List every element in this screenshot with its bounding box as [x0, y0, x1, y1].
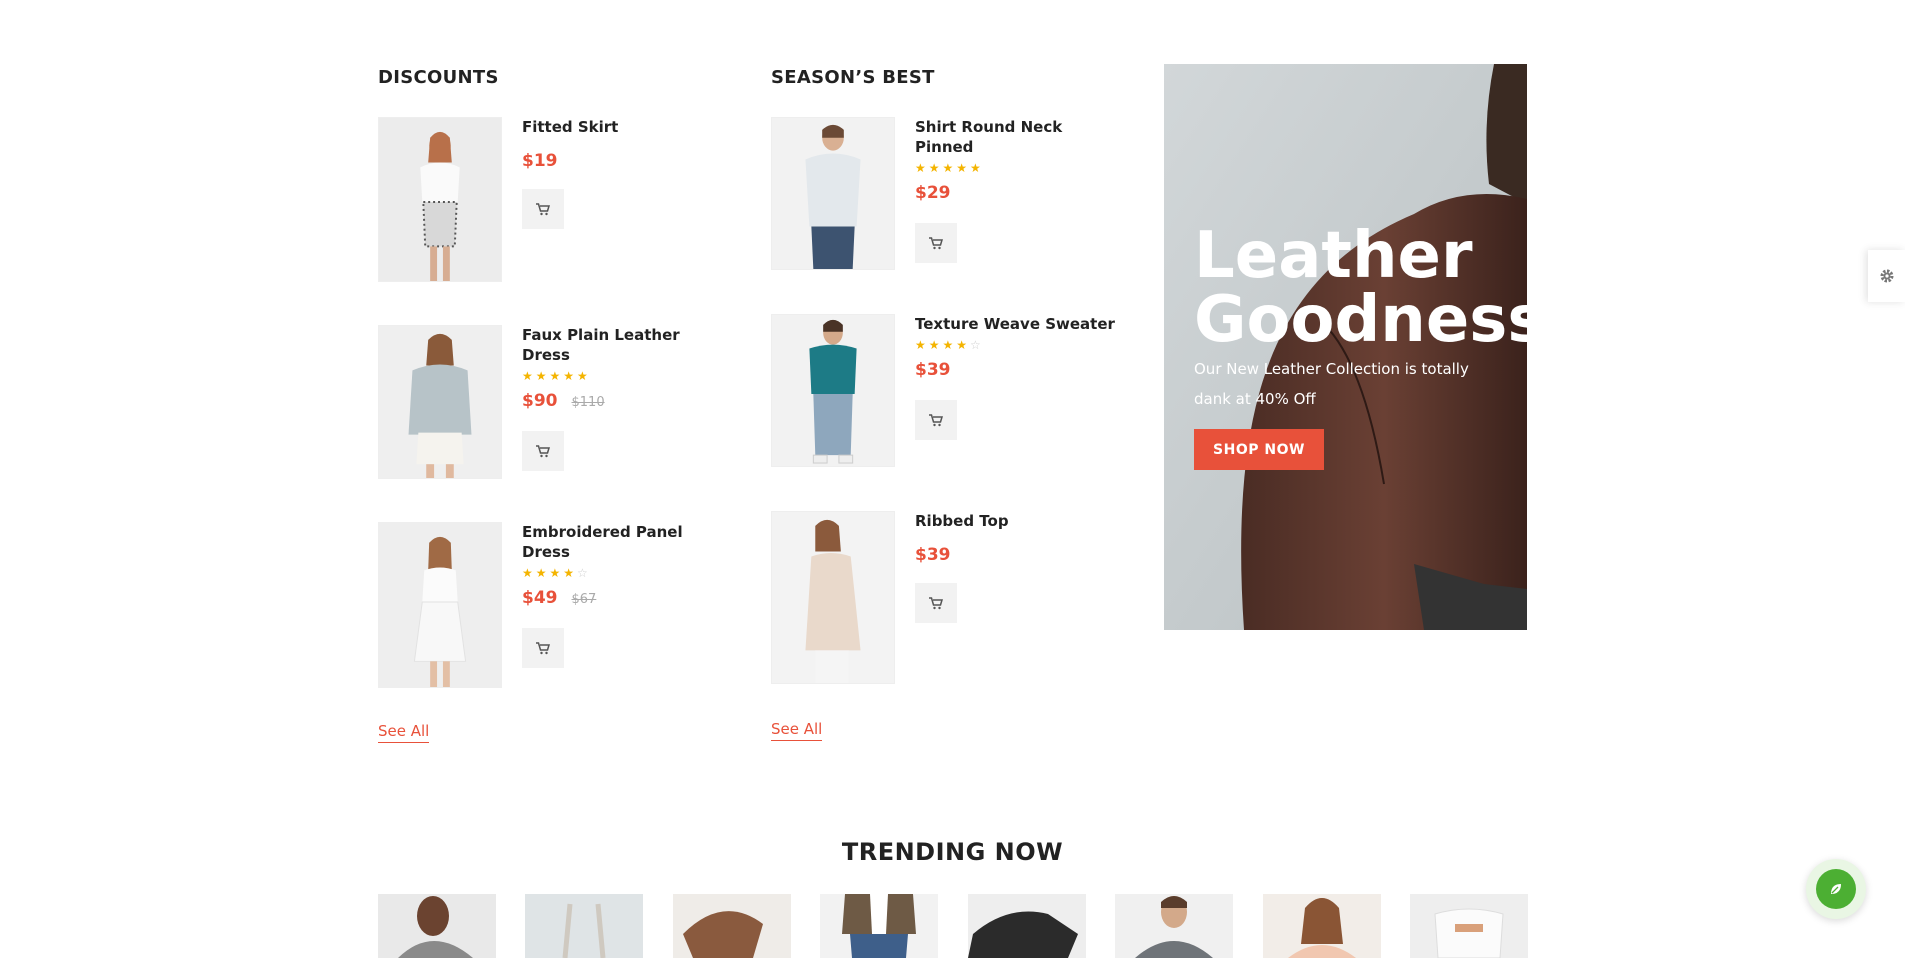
add-to-cart-button[interactable] [915, 400, 957, 440]
add-to-cart-button[interactable] [522, 431, 564, 471]
banner-title-line2: Goodness [1194, 283, 1527, 357]
product-image[interactable] [771, 314, 895, 467]
banner-description: Our New Leather Collection is totally da… [1194, 360, 1469, 408]
banner-title-line1: Leather [1194, 219, 1473, 293]
trending-item[interactable] [378, 894, 496, 958]
seasons-best-title: SEASON’S BEST [771, 67, 935, 88]
product-info: Embroidered Panel Dress ★★★★☆ $49 $67 [522, 522, 722, 668]
product-price: $90 [522, 391, 558, 411]
cart-icon [536, 641, 550, 654]
shop-now-button[interactable]: SHOP NOW [1194, 429, 1324, 470]
add-to-cart-button[interactable] [915, 583, 957, 623]
trending-item[interactable] [968, 894, 1086, 958]
page: DISCOUNTS Fitted Skirt $19 Faux Plain Le… [0, 0, 1905, 958]
rating-stars: ★★★★★ [522, 369, 591, 383]
trending-title: TRENDING NOW [841, 838, 1064, 866]
product-name[interactable]: Embroidered Panel Dress [522, 522, 722, 562]
product-info: Shirt Round Neck Pinned ★★★★★ $29 [915, 117, 1115, 263]
product-price: $29 [915, 183, 951, 203]
cart-icon [536, 202, 550, 215]
product-name[interactable]: Ribbed Top [915, 511, 1115, 531]
product-prices: $49 $67 [522, 586, 722, 610]
add-to-cart-button[interactable] [522, 189, 564, 229]
banner-title: Leather Goodness [1194, 224, 1527, 352]
trending-item[interactable] [1410, 894, 1528, 958]
seasons-best-see-all-link[interactable]: See All [771, 720, 823, 741]
trending-item[interactable] [1263, 894, 1381, 958]
product-name[interactable]: Faux Plain Leather Dress [522, 325, 722, 365]
product-image[interactable] [771, 511, 895, 684]
product-image[interactable] [378, 117, 502, 282]
trending-item[interactable] [1115, 894, 1233, 958]
gear-icon [1880, 269, 1893, 283]
product-info: Fitted Skirt $19 [522, 117, 722, 229]
cart-icon [929, 236, 943, 249]
leaf-icon [1831, 884, 1841, 894]
rating-stars: ★★★★☆ [522, 566, 591, 580]
cart-icon [536, 444, 550, 457]
trending-item[interactable] [673, 894, 791, 958]
discounts-see-all-link[interactable]: See All [378, 722, 430, 743]
product-info: Faux Plain Leather Dress ★★★★★ $90 $110 [522, 325, 722, 471]
product-prices: $19 [522, 149, 722, 173]
cart-icon [929, 413, 943, 426]
product-old-price: $67 [571, 592, 597, 607]
product-price: $39 [915, 360, 951, 380]
fab-inner [1816, 869, 1856, 909]
product-info: Ribbed Top $39 [915, 511, 1115, 623]
cart-icon [929, 596, 943, 609]
product-name[interactable]: Texture Weave Sweater [915, 314, 1115, 334]
product-info: Texture Weave Sweater ★★★★☆ $39 [915, 314, 1115, 440]
promo-banner[interactable]: Leather Goodness Our New Leather Collect… [1164, 64, 1527, 630]
trending-item[interactable] [525, 894, 643, 958]
add-to-cart-button[interactable] [522, 628, 564, 668]
rating-stars: ★★★★★ [915, 161, 984, 175]
floating-action-button[interactable] [1806, 859, 1866, 919]
product-image[interactable] [378, 522, 502, 688]
product-prices: $39 [915, 543, 1115, 567]
product-image[interactable] [771, 117, 895, 270]
product-image[interactable] [378, 325, 502, 479]
product-old-price: $110 [571, 395, 605, 410]
product-name[interactable]: Fitted Skirt [522, 117, 722, 137]
product-price: $19 [522, 151, 558, 171]
product-name[interactable]: Shirt Round Neck Pinned [915, 117, 1115, 157]
trending-item[interactable] [820, 894, 938, 958]
discounts-title: DISCOUNTS [378, 67, 499, 88]
product-prices: $29 [915, 181, 1115, 205]
product-price: $39 [915, 545, 951, 565]
add-to-cart-button[interactable] [915, 223, 957, 263]
product-price: $49 [522, 588, 558, 608]
product-prices: $90 $110 [522, 389, 722, 413]
settings-toggle[interactable] [1868, 250, 1905, 302]
rating-stars: ★★★★☆ [915, 338, 984, 352]
product-prices: $39 [915, 358, 1115, 382]
